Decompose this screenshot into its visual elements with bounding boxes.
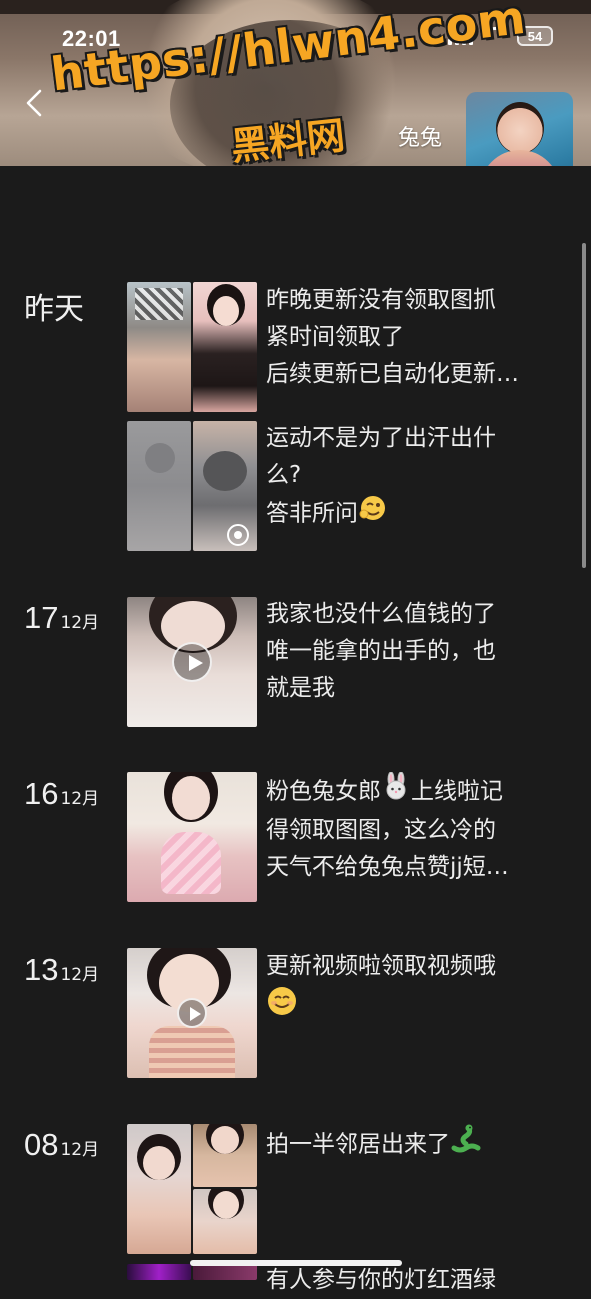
post-thumbnail[interactable] [193,421,257,551]
post-text-line: 有人参与你的灯红酒绿 [266,1267,496,1293]
date-label: 08 12月 [24,1127,99,1163]
watermark-site: 黑料网 [228,113,347,166]
profile-avatar[interactable] [466,92,573,166]
post-text-line: 答非所问 [266,494,556,534]
post-text[interactable]: 运动不是为了出汗出什 么? 答非所问 [266,420,556,534]
post-thumbnail[interactable] [127,772,257,902]
post-thumbnail[interactable] [127,421,191,551]
post-text[interactable]: 昨晚更新没有领取图抓 紧时间领取了 后续更新已自动化更新… [266,282,556,393]
smiling-face-emoji-icon [266,985,298,1029]
live-photo-icon [227,524,249,546]
snake-emoji-icon [450,1124,482,1166]
thumb-face [213,1191,239,1219]
play-icon [172,642,212,682]
post-text-line: 我家也没什么值钱的了 [266,601,496,627]
post-text[interactable]: 有人参与你的灯红酒绿 [266,1262,556,1299]
post-thumbnail[interactable] [127,1124,191,1254]
post-text-line: 昨晚更新没有领取图抓 [266,287,496,313]
home-indicator[interactable] [190,1260,402,1266]
thumb-shape [203,451,247,491]
post-thumbnail[interactable] [127,282,191,412]
date-day: 16 [24,776,59,811]
post-text-line: 么? [266,462,302,488]
thumb-face [143,1146,175,1180]
post-text-line: 得领取图图，这么冷的 [266,817,496,843]
post-thumbnail[interactable] [193,1264,257,1280]
date-label: 16 12月 [24,776,99,812]
date-day: 08 [24,1127,59,1162]
post-text-segment: 粉色兔女郎 [266,778,381,805]
thumb-outfit [161,832,221,894]
post-video-thumbnail[interactable] [127,948,257,1078]
post-text-line: 天气不给兔兔点赞jj短… [266,854,509,880]
date-day: 13 [24,952,59,987]
date-day: 17 [24,600,59,635]
chevron-left-icon [26,89,42,117]
post-text-segment: 拍一半邻居出来了 [266,1131,450,1158]
post-text-line: 紧时间领取了 [266,324,404,350]
date-month: 12月 [60,1140,100,1160]
back-button[interactable] [24,88,44,118]
thumb-outfit [149,1026,235,1078]
play-icon [177,998,207,1028]
date-month: 12月 [60,789,100,809]
post-text[interactable]: 我家也没什么值钱的了 唯一能拿的出手的，也 就是我 [266,596,556,707]
date-label-yesterday: 昨天 [24,292,84,327]
thumb-face [211,1126,239,1154]
post-thumbnail[interactable] [127,1264,191,1280]
rabbit-face-emoji-icon [381,772,411,812]
thumb-face [172,776,210,820]
date-label: 13 12月 [24,952,99,988]
thumb-pattern [135,288,183,320]
post-text-line [266,985,556,1029]
scrollbar[interactable] [582,243,586,568]
post-thumbnail[interactable] [193,1124,257,1187]
post-text-line: 粉色兔女郎 上线啦记 [266,772,556,812]
avatar-face [496,102,544,154]
post-thumbnail[interactable] [193,282,257,412]
profile-username[interactable]: 兔兔 [398,120,442,152]
post-text[interactable]: 更新视频啦领取视频哦 [266,948,556,1029]
post-text-segment: 上线啦记 [411,778,503,805]
post-text[interactable]: 粉色兔女郎 上线啦记 得领取图图，这么冷的 天气不给兔兔点赞jj短… [266,772,556,886]
post-text-line: 拍一半邻居出来了 [266,1124,556,1166]
post-text-line: 运动不是为了出汗出什 [266,425,496,451]
thumb-shape [145,443,175,473]
date-month: 12月 [60,965,100,985]
thumb-face [213,296,239,326]
post-text[interactable]: 拍一半邻居出来了 [266,1124,556,1166]
post-text-segment: 答非所问 [266,500,358,527]
date-label: 17 12月 [24,600,99,636]
post-video-thumbnail[interactable] [127,597,257,727]
post-text-line: 更新视频啦领取视频哦 [266,953,496,979]
profile-cover: 22:01 54 https://hlwn4.com 黑料网 兔兔 [0,0,591,166]
date-month: 12月 [60,613,100,633]
post-thumbnail[interactable] [193,1189,257,1254]
post-text-line: 唯一能拿的出手的，也 [266,638,496,664]
wink-face-emoji-icon [358,494,388,534]
avatar-body [480,150,560,166]
post-text-line: 后续更新已自动化更新… [266,361,519,387]
post-text-line: 就是我 [266,675,335,701]
